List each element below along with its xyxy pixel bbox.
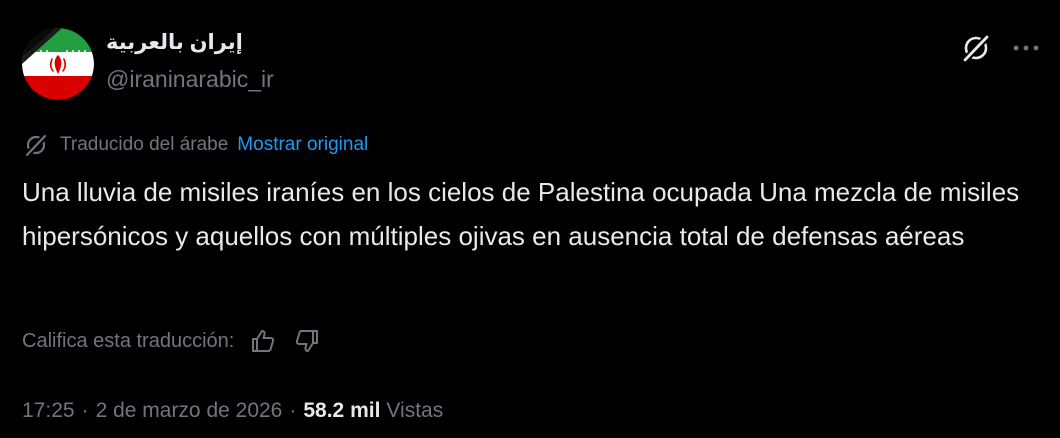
display-name[interactable]: إيران بالعربية xyxy=(106,28,274,58)
author-block: إيران بالعربية @iraninarabic_ir xyxy=(106,28,274,96)
iran-flag-avatar-icon xyxy=(22,28,94,100)
thumbs-down-button[interactable] xyxy=(290,324,324,358)
thumbs-down-icon xyxy=(296,330,319,352)
more-button[interactable] xyxy=(1006,28,1046,68)
tweet-text: Una lluvia de misiles iraníes en los cie… xyxy=(22,177,1020,251)
views-count[interactable]: 58.2 mil xyxy=(303,399,380,423)
translated-from-label: Traducido del árabe xyxy=(60,134,229,155)
translation-row: Traducido del árabe Mostrar original xyxy=(22,130,368,160)
grok-icon xyxy=(961,33,991,64)
meta-separator: · xyxy=(289,399,297,422)
tweet-time[interactable]: 17:25 xyxy=(22,399,75,423)
handle[interactable]: @iraninarabic_ir xyxy=(106,62,274,96)
show-original-link[interactable]: Mostrar original xyxy=(237,134,368,156)
meta-separator: · xyxy=(81,399,89,422)
grok-button[interactable] xyxy=(956,28,996,68)
views-label: Vistas xyxy=(386,399,444,422)
tweet-meta: 17:25 · 2 de marzo de 2026 · 58.2 mil Vi… xyxy=(22,394,443,428)
rate-translation-label: Califica esta traducción: xyxy=(22,329,235,352)
tweet-date[interactable]: 2 de marzo de 2026 xyxy=(96,399,283,423)
thumbs-up-button[interactable] xyxy=(246,324,280,358)
thumbs-up-icon xyxy=(252,330,275,352)
more-icon xyxy=(1013,45,1039,51)
tweet: إيران بالعربية @iraninarabic_ir Traducid… xyxy=(0,0,1060,438)
avatar[interactable] xyxy=(22,28,94,100)
rate-translation-row: Califica esta traducción: xyxy=(22,323,334,359)
translate-icon xyxy=(22,131,50,159)
